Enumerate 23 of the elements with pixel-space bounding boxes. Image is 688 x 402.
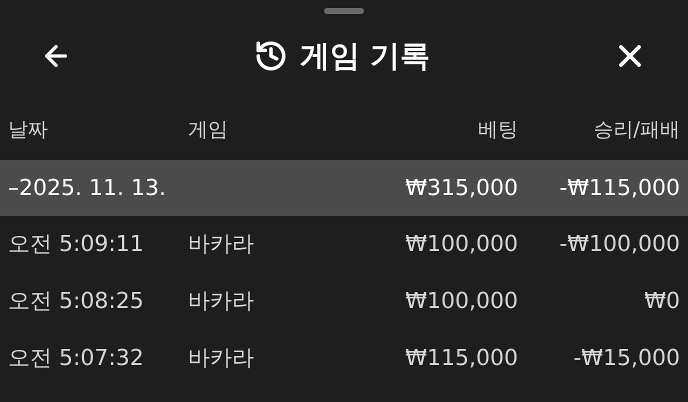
game-cell-text: 바카라 [188, 231, 255, 259]
drag-handle[interactable] [324, 8, 364, 14]
result-cell-text: ₩0 [643, 288, 680, 316]
game-cell-text: 바카라 [188, 288, 255, 316]
result-cell-text: -₩100,000 [558, 231, 680, 259]
time-cell-text: 오전 5:08:25 [8, 288, 145, 316]
group-result-total: -₩115,000 [558, 174, 680, 202]
time-cell-text: 오전 5:07:32 [8, 345, 145, 373]
column-header: 날짜 [8, 116, 49, 143]
result-cell-text: -₩15,000 [572, 345, 680, 373]
bet-cell-text: ₩115,000 [404, 345, 518, 373]
column-header: 승리/패배 [592, 116, 680, 143]
bet-cell-text: ₩100,000 [404, 231, 518, 259]
game-cell-text: 바카라 [188, 345, 255, 373]
bet-cell-text: ₩100,000 [404, 288, 518, 316]
column-header: 게임 [188, 116, 229, 143]
date-group-row[interactable]: –2025. 11. 13. ₩315,000 -₩115,000 [0, 160, 688, 216]
page-title: 게임 기록 [300, 38, 430, 76]
column-header: 베팅 [477, 116, 518, 143]
group-date: –2025. 11. 13. [8, 174, 167, 202]
group-bet-total: ₩315,000 [404, 174, 518, 202]
time-cell-text: 오전 5:09:11 [8, 231, 145, 259]
history-icon [254, 39, 288, 73]
